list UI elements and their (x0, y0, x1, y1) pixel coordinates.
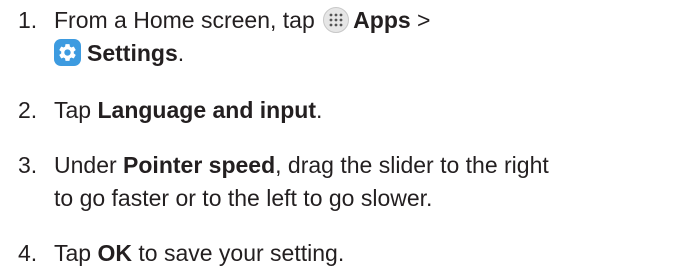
step-text: Under Pointer speed, drag the slider to … (54, 149, 549, 182)
apps-icon (323, 7, 350, 33)
step-text-line-2: to go faster or to the left to go slower… (54, 185, 433, 211)
step-text: Tap Language and input. (54, 94, 322, 127)
step-text-a: Tap (54, 240, 98, 266)
instruction-steps: 1. From a Home screen, tap Apps > Settin… (0, 0, 697, 279)
step-text-b: , drag the slider to the right (275, 152, 549, 178)
step-number: 1. (18, 7, 38, 33)
period: . (315, 97, 323, 123)
step-3: 3. Under Pointer speed, drag the slider … (0, 149, 697, 215)
step-text-a: From a Home screen, tap (54, 7, 315, 33)
step-1: 1. From a Home screen, tap Apps > Settin… (0, 4, 697, 74)
step-number: 4. (18, 240, 38, 266)
period: . (177, 40, 185, 66)
step-text-line-2: Settings. (54, 37, 184, 70)
step-text-a: Tap (54, 97, 98, 123)
settings-label: Settings (87, 40, 178, 66)
step-text-b: to save your setting. (131, 240, 345, 266)
apps-label: Apps (353, 7, 411, 33)
menu-separator: > (410, 7, 431, 33)
step-text: From a Home screen, tap Apps > (54, 4, 430, 37)
step-bold: OK (97, 240, 132, 266)
step-text: Tap OK to save your setting. (54, 237, 344, 270)
step-number: 3. (18, 152, 38, 178)
step-2: 2. Tap Language and input. (0, 94, 697, 127)
step-4: 4. Tap OK to save your setting. (0, 237, 697, 270)
step-bold: Pointer speed (123, 152, 276, 178)
step-number: 2. (18, 97, 38, 123)
settings-icon (54, 39, 81, 66)
step-bold: Language and input (97, 97, 316, 123)
step-text-a: Under (54, 152, 124, 178)
